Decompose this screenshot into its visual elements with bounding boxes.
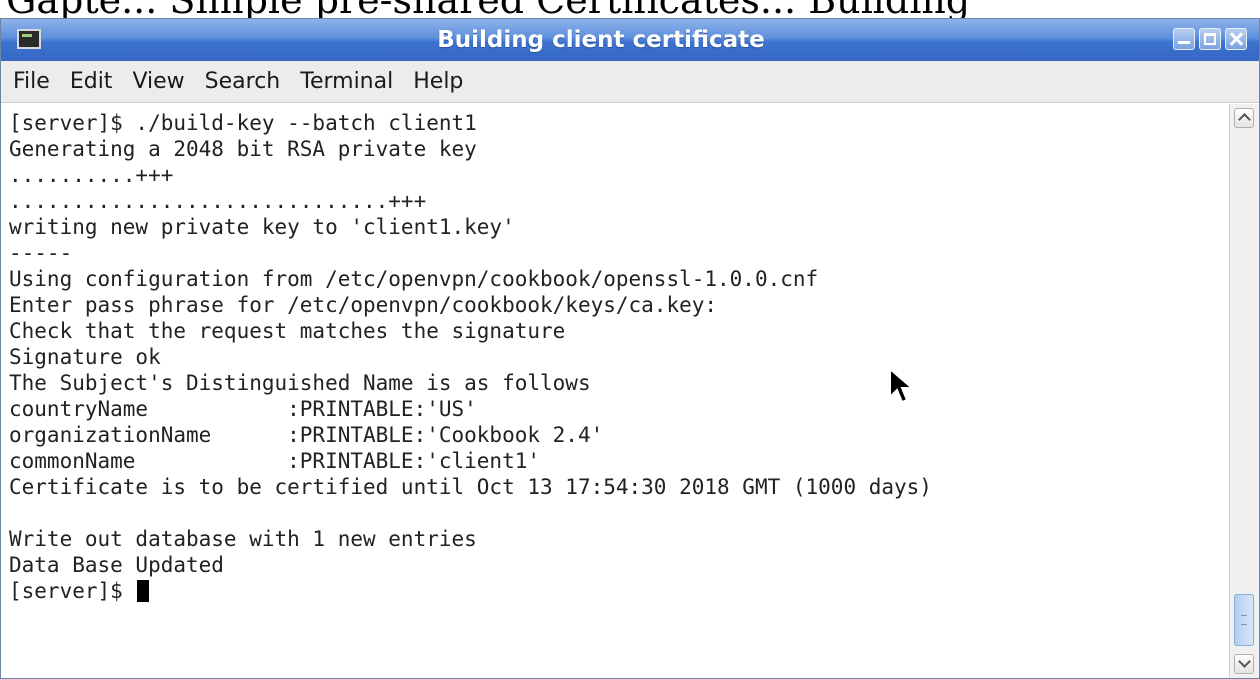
terminal-line: [server]$ ./build-key --batch client1 <box>9 111 477 135</box>
titlebar[interactable]: Building client certificate <box>1 19 1259 61</box>
scroll-up-icon[interactable] <box>1234 108 1254 128</box>
terminal-line: Check that the request matches the signa… <box>9 319 566 343</box>
terminal-line: Using configuration from /etc/openvpn/co… <box>9 267 819 291</box>
scroll-down-icon[interactable] <box>1234 654 1254 674</box>
menu-search[interactable]: Search <box>205 69 281 94</box>
terminal-line: Certificate is to be certified until Oct… <box>9 475 932 499</box>
terminal-window: Building client certificate File Edit Vi… <box>0 18 1260 679</box>
scroll-thumb[interactable] <box>1234 594 1254 646</box>
terminal-line: Generating a 2048 bit RSA private key <box>9 137 477 161</box>
mouse-pointer-icon <box>889 367 915 404</box>
menubar: File Edit View Search Terminal Help <box>1 61 1259 103</box>
terminal-line: The Subject's Distinguished Name is as f… <box>9 371 591 395</box>
terminal-line: countryName :PRINTABLE:'US' <box>9 397 477 421</box>
menu-view[interactable]: View <box>132 69 184 94</box>
terminal-line: writing new private key to 'client1.key' <box>9 215 515 239</box>
terminal-prompt: [server]$ <box>9 579 136 603</box>
menu-edit[interactable]: Edit <box>70 69 113 94</box>
terminal-line: Enter pass phrase for /etc/openvpn/cookb… <box>9 293 718 317</box>
close-icon[interactable] <box>1225 28 1247 50</box>
minimize-icon[interactable] <box>1173 28 1195 50</box>
terminal-line: organizationName :PRINTABLE:'Cookbook 2.… <box>9 423 604 447</box>
terminal-line: ..............................+++ <box>9 189 427 213</box>
menu-terminal[interactable]: Terminal <box>300 69 393 94</box>
terminal-line: Write out database with 1 new entries <box>9 527 477 551</box>
terminal-output[interactable]: [server]$ ./build-key --batch client1 Ge… <box>1 104 1229 678</box>
terminal-line: Signature ok <box>9 345 161 369</box>
menu-help[interactable]: Help <box>413 69 463 94</box>
maximize-icon[interactable] <box>1199 28 1221 50</box>
vertical-scrollbar[interactable] <box>1229 104 1259 678</box>
terminal-line: ..........+++ <box>9 163 174 187</box>
window-title: Building client certificate <box>437 27 765 53</box>
terminal-line: commonName :PRINTABLE:'client1' <box>9 449 541 473</box>
terminal-line: Data Base Updated <box>9 553 224 577</box>
text-cursor <box>137 580 150 602</box>
menu-file[interactable]: File <box>13 69 50 94</box>
terminal-line: ----- <box>9 241 73 265</box>
terminal-prompt-line[interactable]: [server]$ <box>9 578 150 604</box>
